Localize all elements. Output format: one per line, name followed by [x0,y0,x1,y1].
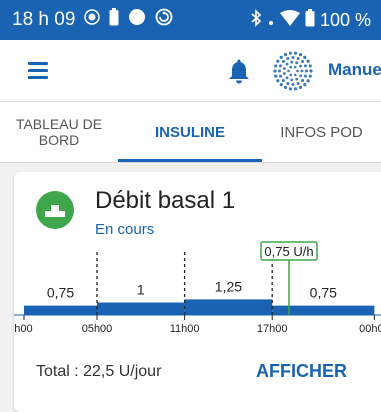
basal-program-card: Débit basal 1 En cours 0,75 1 1,25 0,75 0,75… [14,172,381,412]
x-tick-label: 00h00 [14,323,33,335]
daily-total: Total : 22,5 U/jour [36,363,162,380]
pod-status-avatar[interactable] [272,50,314,92]
basal-segment-label: 1,25 [215,278,242,294]
status-time: 18 h 09 [12,9,76,30]
menu-button[interactable] [28,62,48,79]
tab-pod-info[interactable]: INFOS POD [262,102,381,162]
battery-small-icon [109,8,119,32]
tab-pod-info-label: INFOS POD [280,123,363,141]
x-tick-label: 00h00 [359,323,381,335]
sync-icon [155,8,173,32]
user-name[interactable]: Manuel [328,60,381,80]
tab-insulin-label: INSULINE [154,123,225,141]
bell-icon[interactable] [228,58,250,84]
tab-dashboard-line2: BORD [38,132,80,148]
current-rate-label: 0,75 U/h [264,244,313,259]
basal-segment-label: 0,75 [47,285,74,301]
view-button[interactable]: AFFICHER [256,361,347,382]
tab-bar: TABLEAU DE BORD INSULINE INFOS POD [0,102,381,163]
tab-dashboard-line1: TABLEAU DE [15,116,103,132]
record-icon [84,9,101,31]
active-tab-indicator [118,159,262,162]
basal-rate-chart: 0,75 1 1,25 0,75 0,75 U/h 00h00 05h00 11h00 17h0… [14,241,381,335]
x-tick-label: 05h00 [82,323,113,335]
app-header: Manuel [0,40,381,102]
wifi-icon [279,9,300,31]
x-tick-label: 11h00 [170,323,200,335]
tab-insulin[interactable]: INSULINE [118,102,262,162]
battery-percent: 100 % [319,9,371,30]
basal-segment-bar [97,302,185,315]
basal-segment-label: 0,75 [310,285,337,301]
basal-segment-bar [272,305,375,315]
signal-dots-icon [267,10,275,31]
status-bar: 18 h 09 100 % [0,0,381,40]
battery-icon [305,8,315,32]
x-tick-label: 17h00 [257,323,288,335]
tab-dashboard[interactable]: TABLEAU DE BORD [0,102,118,162]
bluetooth-icon [250,8,262,32]
basal-segment-bar [24,305,97,315]
basal-segment-label: 1 [137,282,145,298]
basal-segment-bar [184,299,273,315]
dot-icon [128,8,146,32]
